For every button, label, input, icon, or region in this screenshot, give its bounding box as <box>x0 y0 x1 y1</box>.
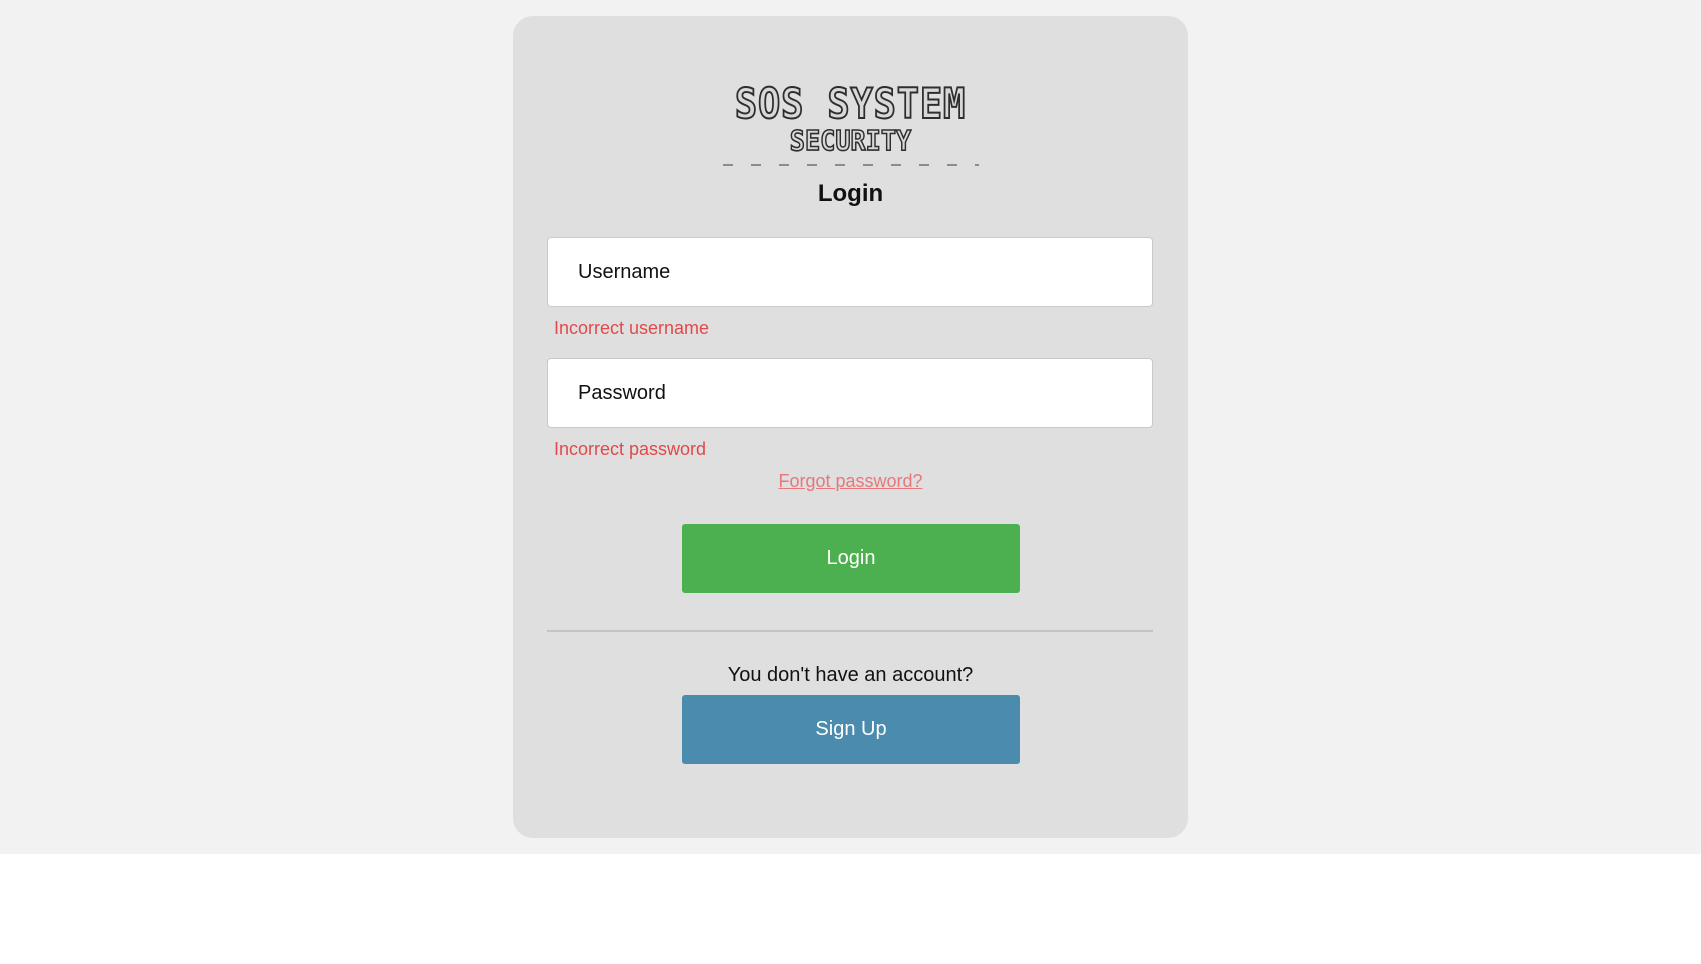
divider <box>547 630 1153 632</box>
password-error: Incorrect password <box>554 439 707 459</box>
username-error: Incorrect username <box>554 318 710 338</box>
page-title: Login <box>817 180 884 207</box>
logo-title: SOS SYSTEM <box>734 79 967 128</box>
logo: SOS SYSTEM SECURITY <box>513 79 1188 168</box>
logo-underline <box>723 164 979 166</box>
signup-button[interactable]: Sign Up <box>682 695 1020 764</box>
signup-prompt: You don't have an account? <box>727 664 974 686</box>
logo-subtitle: SECURITY <box>789 124 912 157</box>
forgot-password-link[interactable]: Forgot password? <box>778 471 922 491</box>
login-card: SOS SYSTEM SECURITY Login Incorrect user… <box>513 16 1188 838</box>
username-input[interactable] <box>547 237 1153 307</box>
password-input[interactable] <box>547 358 1153 428</box>
login-button[interactable]: Login <box>682 524 1020 593</box>
